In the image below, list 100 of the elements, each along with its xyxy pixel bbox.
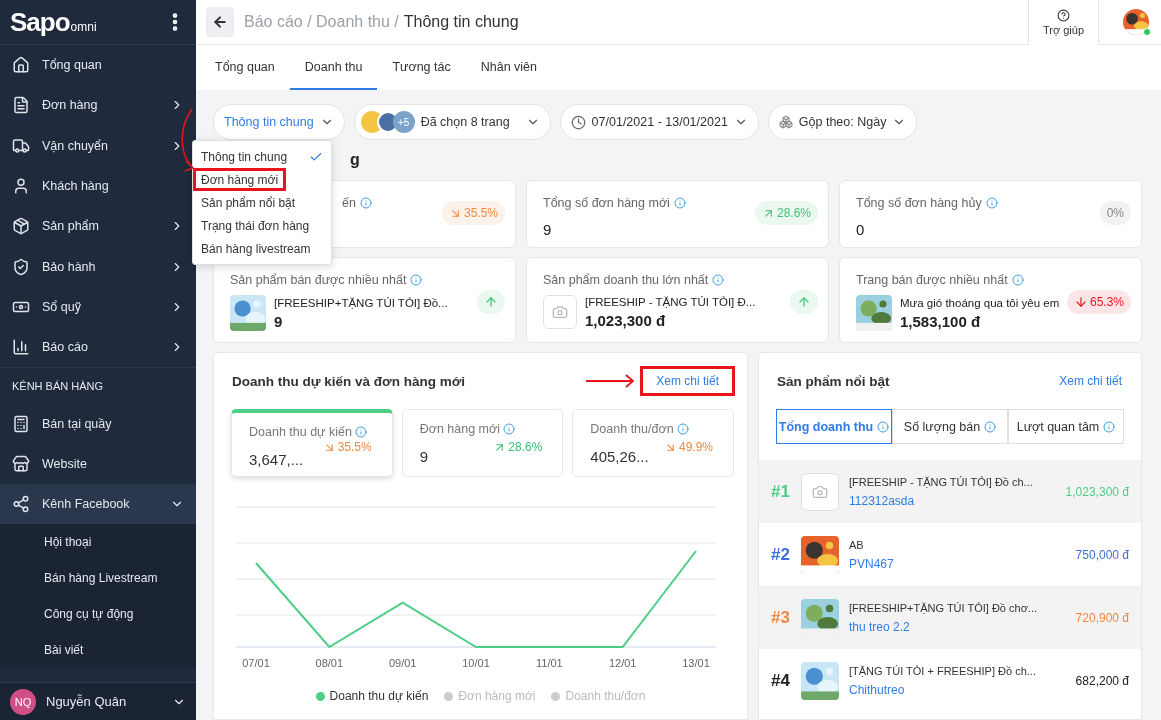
card-title: Trang bán được nhiều nhất xyxy=(856,272,1125,288)
info-icon xyxy=(673,197,686,209)
panel-title: Doanh thu dự kiến và đơn hàng mới xyxy=(232,373,465,389)
nav-item[interactable]: Website xyxy=(0,443,196,484)
revenue-value: 750,000 đ xyxy=(1075,547,1129,562)
menu-item[interactable]: Thông tin chung xyxy=(193,145,331,168)
menu-item[interactable]: Sản phẩm nổi bật xyxy=(193,191,331,214)
tab[interactable]: Tương tác xyxy=(377,45,466,90)
annotation-arrow xyxy=(586,374,637,388)
nav-subitem[interactable]: Bài viết xyxy=(0,631,196,668)
nav-item[interactable]: Tổng quan xyxy=(0,45,196,86)
boxes-icon xyxy=(778,115,793,129)
nav-subitem[interactable]: Bán hàng Livestream xyxy=(0,560,196,596)
info-icon xyxy=(359,197,372,209)
change-badge: 65.3% xyxy=(1066,290,1131,314)
menu-item[interactable]: Đơn hàng mới xyxy=(193,168,287,191)
product-code[interactable]: thu treo 2.2 xyxy=(849,619,1066,634)
menu-item[interactable]: Trạng thái đơn hàng xyxy=(193,214,331,237)
info-icon xyxy=(676,423,689,435)
rank: #4 xyxy=(771,670,791,691)
user-name[interactable]: Nguyễn Quân xyxy=(46,694,162,709)
info-icon xyxy=(985,197,998,209)
avatar[interactable] xyxy=(1123,9,1149,35)
tab[interactable]: Tổng doanh thu xyxy=(776,409,892,444)
product-name: [FREESHIP - TẶNG TÚI TỎI] Đồ ch... xyxy=(849,475,1033,488)
nav-item[interactable]: Báo cáo xyxy=(0,327,196,368)
nav-subitem[interactable]: Công cụ tự động xyxy=(0,595,196,632)
metric-tab[interactable]: Doanh thu/đơn 405,26... 49.9% xyxy=(572,409,734,477)
user-avatar: NQ xyxy=(10,688,36,715)
card-value: 1,583,100 đ xyxy=(900,312,982,330)
nav-item[interactable]: Bảo hành xyxy=(0,246,196,287)
nav-icon xyxy=(12,96,30,115)
nav-icon xyxy=(12,414,30,433)
info-icon xyxy=(503,423,515,435)
camera-icon xyxy=(552,304,568,320)
product-code[interactable]: Chithutreo xyxy=(849,682,1066,697)
legend-item[interactable]: Doanh thu dự kiến xyxy=(315,689,429,703)
section-heading: g xyxy=(350,150,360,170)
card-title: Sản phẩm doanh thu lớn nhất xyxy=(543,272,812,288)
report-select[interactable]: Thông tin chung xyxy=(213,104,345,140)
product-name: [FREESHIP+TẶNG TÚI TỎI] Đồ chơ... xyxy=(849,601,1038,614)
item-name: [FREESHIP+TẶNG TÚI TỎI] Đồ... xyxy=(274,296,448,309)
card-value: 9 xyxy=(543,221,553,238)
axis-label: 10/01 xyxy=(462,657,490,669)
nav-icon xyxy=(12,495,30,514)
metric-tab[interactable]: Đơn hàng mới 9 28.6% xyxy=(401,409,564,477)
rank: #2 xyxy=(771,544,791,565)
back-button[interactable] xyxy=(206,7,234,37)
product-row[interactable]: #3 [FREESHIP+TẶNG TÚI TỎI] Đồ chơ... thu treo 2.2 720,900 đ xyxy=(759,586,1141,649)
group-by-select[interactable]: Gộp theo: Ngày xyxy=(767,104,918,140)
axis-label: 09/01 xyxy=(388,657,417,669)
rank: #1 xyxy=(771,481,791,502)
product-row[interactable]: #1 [FREESHIP - TẶNG TÚI TỎI] Đồ ch... 112312asda 1,023,300 đ xyxy=(759,460,1141,523)
product-code[interactable]: PVN467 xyxy=(849,556,1066,571)
down-arrow-icon xyxy=(1073,295,1088,309)
tab[interactable]: Doanh thu xyxy=(289,45,378,90)
item-name: Mưa gió thoáng qua tôi yêu em xyxy=(900,296,1060,309)
page-select[interactable]: +5 Đã chọn 8 trang xyxy=(353,104,551,140)
axis-label: 11/01 xyxy=(535,657,563,669)
axis-label: 08/01 xyxy=(315,657,344,669)
nav-icon xyxy=(12,338,30,357)
revenue-value: 682,200 đ xyxy=(1075,673,1129,688)
date-range-select[interactable]: 07/01/2021 - 13/01/2021 xyxy=(559,104,759,140)
item-name: [FREESHIP - TẶNG TÚI TỎI] Đ... xyxy=(585,295,756,308)
details-link[interactable]: Xem chi tiết xyxy=(1043,366,1129,396)
card-value: 9 xyxy=(274,312,284,330)
info-icon xyxy=(712,274,725,286)
axis-label: 13/01 xyxy=(682,657,710,669)
nav-item[interactable]: Sổ quỹ xyxy=(0,286,196,328)
tab[interactable]: Lượt quan tâm xyxy=(1008,409,1124,444)
count-badge: +5 xyxy=(392,111,415,133)
nav-icon xyxy=(12,454,30,473)
card-value: 1,023,300 đ xyxy=(585,311,667,329)
product-code[interactable]: 112312asda xyxy=(849,493,1056,508)
info-icon xyxy=(984,420,997,433)
nav-item[interactable]: Vận chuyển xyxy=(0,125,196,166)
tab[interactable]: Nhân viên xyxy=(465,45,553,90)
card-title: Sản phẩm bán được nhiều nhất xyxy=(230,272,499,288)
change-badge: 35.5% xyxy=(441,201,505,225)
nav-item[interactable]: Đơn hàng xyxy=(0,85,196,126)
panel-title: Sản phẩm nổi bật xyxy=(777,373,890,389)
nav-item[interactable]: Khách hàng xyxy=(0,165,196,207)
info-icon xyxy=(1011,274,1024,286)
details-link[interactable]: Xem chi tiết xyxy=(640,366,735,396)
info-icon xyxy=(877,420,890,433)
menu-item[interactable]: Bán hàng livestream xyxy=(193,237,331,260)
axis-label: 07/01 xyxy=(242,657,270,669)
nav-subitem[interactable]: Hội thoại xyxy=(0,524,196,561)
revenue-value: 720,900 đ xyxy=(1075,610,1129,625)
help-button[interactable]: Trợ giúp xyxy=(1027,0,1099,45)
nav-item[interactable]: Kênh Facebook xyxy=(0,483,196,525)
tab[interactable]: Tổng quan xyxy=(200,45,290,90)
metric-tab[interactable]: Doanh thu dự kiến 3,647,... 35.5% xyxy=(231,409,393,477)
nav-item[interactable]: Bán tại quầy xyxy=(0,403,196,444)
logo: Sapoomni xyxy=(10,6,97,38)
tab[interactable]: Số lượng bán xyxy=(892,409,1008,444)
page-title: Thông tin chung xyxy=(403,13,520,31)
nav-item[interactable]: Sản phẩm xyxy=(0,206,196,247)
axis-label: 12/01 xyxy=(608,657,637,669)
clock-icon xyxy=(570,114,586,130)
